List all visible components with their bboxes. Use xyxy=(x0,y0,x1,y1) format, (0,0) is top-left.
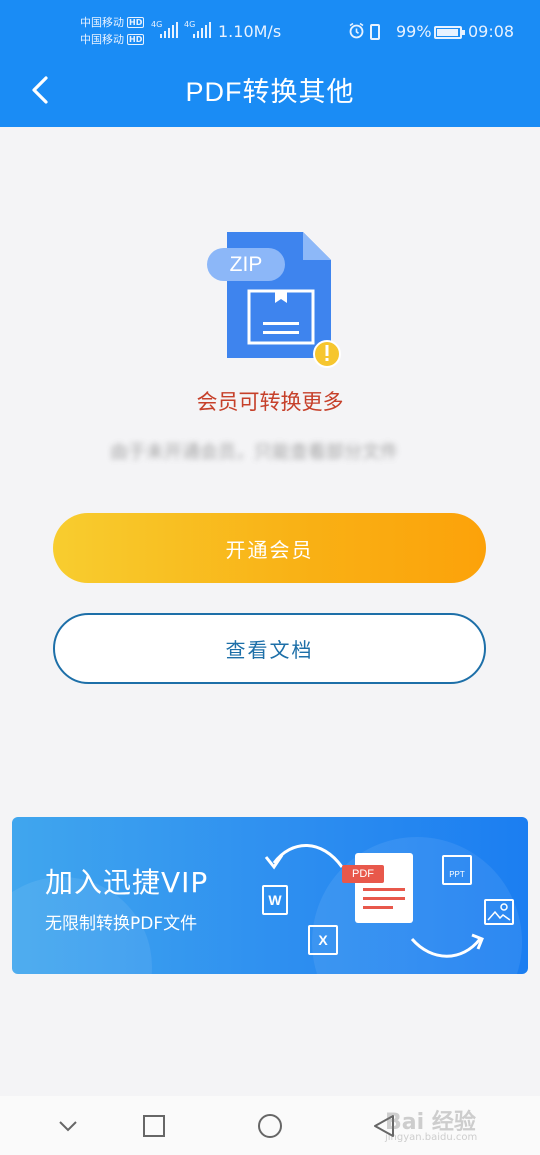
hd-badge-1: HD xyxy=(127,17,145,28)
carrier-2-label: 中国移动 xyxy=(80,33,124,46)
vip-banner-title: 加入迅捷VIP xyxy=(45,866,209,899)
signal-2-icon xyxy=(193,22,211,38)
alarm-icon xyxy=(348,22,365,43)
nav-recents-button[interactable] xyxy=(134,1106,174,1146)
excel-label: X xyxy=(318,932,328,948)
hd-badge-2: HD xyxy=(127,34,145,45)
image-file-icon xyxy=(484,899,514,925)
pdf-label: PDF xyxy=(342,865,384,883)
open-membership-button[interactable]: 开通会员 xyxy=(53,513,486,583)
status-bar: 中国移动 HD 中国移动 HD 4G 4G 1.10M/s 99% 09:08 xyxy=(0,10,540,52)
carrier-1-label: 中国移动 xyxy=(80,16,124,29)
nav-home-button[interactable] xyxy=(250,1106,290,1146)
vibrate-icon xyxy=(370,24,380,40)
excel-file-icon: X xyxy=(308,925,338,955)
square-icon xyxy=(143,1115,165,1137)
chevron-down-icon xyxy=(59,1121,77,1132)
network-speed: 1.10M/s xyxy=(218,22,282,41)
view-document-button[interactable]: 查看文档 xyxy=(53,613,486,684)
member-notice: 会员可转换更多 xyxy=(196,390,344,414)
watermark: Bai 经验 jingyan.baidu.com xyxy=(385,1104,477,1143)
clock: 09:08 xyxy=(468,22,515,41)
carrier-info: 中国移动 HD 中国移动 HD xyxy=(80,14,145,48)
signal-1-icon xyxy=(160,22,178,38)
pdf-document-icon xyxy=(355,853,413,923)
zip-badge: ZIP xyxy=(207,248,285,281)
word-file-icon: W xyxy=(262,885,288,915)
blurred-description: 由于未开通会员，只能查看部分文件 xyxy=(110,442,398,462)
word-label: W xyxy=(268,892,282,908)
app-header: 中国移动 HD 中国移动 HD 4G 4G 1.10M/s 99% 09:08 PD… xyxy=(0,0,540,127)
page-title: PDF转换其他 xyxy=(185,77,355,107)
nav-collapse-button[interactable] xyxy=(48,1106,88,1146)
battery-percent: 99% xyxy=(396,22,432,41)
zip-file-illustration: ZIP xyxy=(205,230,345,370)
ppt-label: PPT xyxy=(449,870,465,879)
conversion-illustration: PDF PPT W X xyxy=(252,827,522,967)
watermark-url: jingyan.baidu.com xyxy=(385,1132,478,1143)
vip-banner-subtitle: 无限制转换PDF文件 xyxy=(45,914,198,934)
circle-icon xyxy=(258,1114,282,1138)
battery-icon xyxy=(434,26,465,39)
ppt-file-icon: PPT xyxy=(442,855,472,885)
vip-banner[interactable]: 加入迅捷VIP 无限制转换PDF文件 PDF PPT W X xyxy=(12,817,528,974)
